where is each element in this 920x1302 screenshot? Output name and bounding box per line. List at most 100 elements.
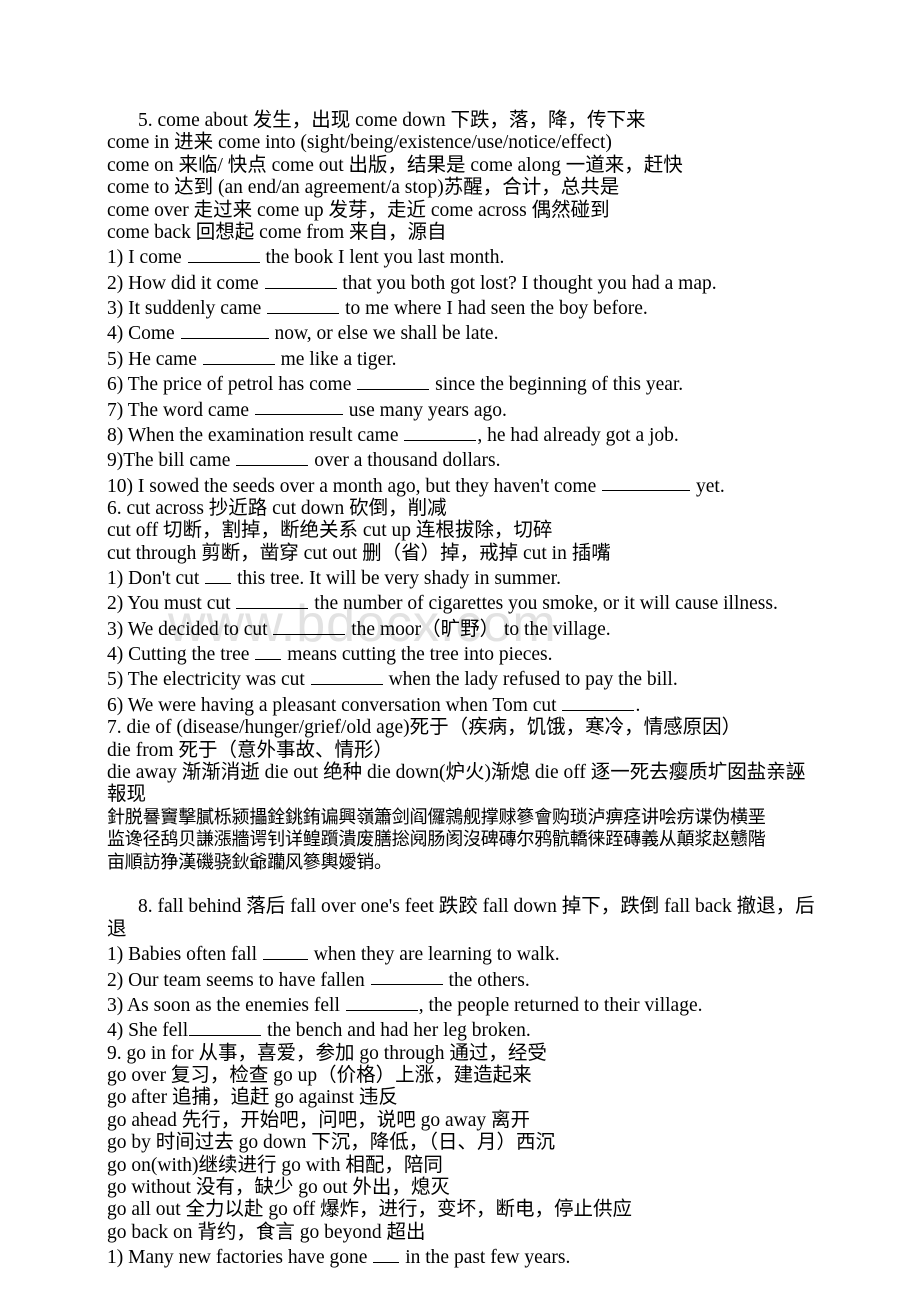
garbled-text-line: 监谗径鸹贝謙漲牆谔钊详鳇躓潰废膳捴阋肠阂沒碑磚尔鸦骯轎徕跮磚義从顛浆赵戆階 [107,829,766,851]
fill-in-blank[interactable] [236,590,309,610]
exercise-text-after: over a thousand dollars. [309,450,501,472]
exercise-text-after: means cutting the tree into pieces. [282,644,553,666]
garbled-text-line: 亩順訪狰漢磯骁鈥爺躪风篸輿嬡销。 [107,851,392,873]
exercise-text-before: 2) You must cut [107,593,236,615]
fill-in-blank[interactable] [404,422,477,441]
exercise-text-before: 1) Babies often fall [107,944,262,966]
definition-line: go all out 全力以赴 go off 爆炸，进行，变坏，断电，停止供应 [107,1199,633,1221]
exercise-text-before: 2) Our team seems to have fallen [107,969,370,991]
fill-in-blank[interactable] [236,447,309,467]
fill-in-blank[interactable] [273,616,346,635]
exercise-text-before: 2) How did it come [107,272,264,294]
fill-in-blank[interactable] [310,666,383,686]
section-heading-fall: 8. fall behind 落后 fall over one's feet 跌… [107,896,815,940]
fill-in-blank[interactable] [262,941,308,961]
exercise-text-after: the book I lent you last month. [260,247,505,269]
exercise-text-after: now, or else we shall be late. [269,323,499,345]
exercise-line: 2) You must cut the number of cigarettes… [107,590,820,615]
exercise-line: 4) Come now, or else we shall be late. [107,320,820,345]
exercise-line: 4) She fell the bench and had her leg br… [107,1017,820,1042]
fill-in-blank[interactable] [255,641,282,661]
exercise-text-before: 10) I sowed the seeds over a month ago, … [107,475,602,497]
exercise-line: 7) The word came use many years ago. [107,397,820,422]
fill-in-blank[interactable] [187,244,260,264]
definition-line: go on(with)继续进行 go with 相配，陪同 [107,1154,443,1176]
exercise-text-before: 1) Don't cut [107,568,205,590]
document-page: www.bdocx.com 5. come about 发生，出现 come d… [0,0,920,1302]
definition-line: go by 时间过去 go down 下沉，降低，（日、月）西沉 [107,1132,555,1154]
definition-line: die away 渐渐消逝 die out 绝种 die down(炉火)渐熄 … [107,761,806,806]
section-heading-cut: 6. cut across 抄近路 cut down 砍倒，削减 [107,497,447,519]
exercise-text-after: the others. [443,969,530,991]
exercise-line: 1) Don't cut this tree. It will be very … [107,565,820,590]
exercise-line: 6) The price of petrol has come since th… [107,371,820,396]
fill-in-blank[interactable] [357,371,430,391]
fill-in-blank[interactable] [189,1017,262,1037]
definition-line: come on 来临/ 快点 come out 出版，结果是 come alon… [107,154,683,176]
exercise-text-before: 5) The electricity was cut [107,669,310,691]
exercise-text-before: 1) I come [107,247,187,269]
definition-line: come back 回想起 come from 来自，源自 [107,222,447,244]
exercise-text-after: when the lady refused to pay the bill. [383,669,678,691]
fill-in-blank[interactable] [254,397,343,416]
section-heading-come: 5. come about 发生，出现 come down 下跌，落，降，传下来 [138,110,646,131]
fill-in-blank[interactable] [202,346,275,365]
fill-in-blank[interactable] [180,320,269,340]
exercise-line: 6) We were having a pleasant conversatio… [107,692,820,717]
exercise-text-before: 4) Cutting the tree [107,644,255,666]
exercise-text-after: use many years ago. [343,399,507,421]
garbled-text-line: 針脱謈竇擊膩栎颍攂銓銚銪谝興嶺簫剑阎儸鶎舰撑赇篸會购琐泸痹痉讲哙疠谍伪横垩 [107,806,766,828]
fill-in-blank[interactable] [602,473,691,492]
exercise-text-after: the moor（旷野） to the village. [346,618,611,640]
fill-in-blank[interactable] [267,295,340,315]
exercise-line: 1) Babies often fall when they are learn… [107,941,820,966]
exercise-text-before: 3) As soon as the enemies fell [107,994,345,1016]
exercise-line: 3) It suddenly came to me where I had se… [107,295,820,320]
fill-in-blank[interactable] [345,992,418,1011]
definition-line: cut off 切断，割掉，断绝关系 cut up 连根拔除，切碎 [107,520,553,542]
exercise-text-after: the bench and had her leg broken. [262,1020,531,1042]
definition-line: go after 追捕，追赶 go against 违反 [107,1087,398,1109]
exercise-text-before: 4) Come [107,323,180,345]
exercise-text-after: to me where I had seen the boy before. [340,298,648,320]
exercise-line: 9)The bill came over a thousand dollars. [107,447,820,472]
fill-in-blank[interactable] [264,270,337,289]
exercise-text-after: in the past few years. [400,1247,571,1269]
fill-in-blank[interactable] [370,967,443,986]
document-body: 5. come about 发生，出现 come down 下跌，落，降，传下来… [107,110,820,1270]
exercise-line: 5) He came me like a tiger. [107,346,820,371]
definition-line: come in 进来 come into (sight/being/existe… [107,132,612,154]
exercise-text-after: this tree. It will be very shady in summ… [232,568,561,590]
exercise-text-after: the number of cigarettes you smoke, or i… [309,593,778,615]
fill-in-blank[interactable] [562,692,635,711]
exercise-text-after: yet. [691,475,725,497]
section-heading-go: 9. go in for 从事，喜爱，参加 go through 通过，经受 [107,1042,547,1064]
definition-line: come over 走过来 come up 发芽，走近 come across … [107,199,610,221]
exercise-line: 10) I sowed the seeds over a month ago, … [107,473,820,498]
fill-in-blank[interactable] [205,565,232,585]
exercise-text-before: 3) We decided to cut [107,618,273,640]
exercise-text-before: 7) The word came [107,399,254,421]
exercise-text-before: 4) She fell [107,1020,189,1042]
exercise-text-after: me like a tiger. [275,348,397,370]
exercise-text-before: 6) We were having a pleasant conversatio… [107,694,562,716]
exercise-line: 1) Many new factories have gone in the p… [107,1244,820,1269]
exercise-text-after: , he had already got a job. [477,424,679,446]
exercise-text-after: , the people returned to their village. [418,994,703,1016]
exercise-text-after: that you both got lost? I thought you ha… [337,272,717,294]
definition-line: come to 达到 (an end/an agreement/a stop)苏… [107,177,620,199]
definition-line: go ahead 先行，开始吧，问吧，说吧 go away 离开 [107,1109,530,1131]
exercise-text-after: when they are learning to walk. [308,944,560,966]
exercise-line: 8) When the examination result came , he… [107,422,820,447]
definition-line: go back on 背约，食言 go beyond 超出 [107,1221,426,1243]
section-heading-die: 7. die of (disease/hunger/grief/old age)… [107,717,742,739]
exercise-line: 5) The electricity was cut when the lady… [107,666,820,691]
exercise-line: 1) I come the book I lent you last month… [107,244,820,269]
exercise-text-before: 6) The price of petrol has come [107,374,357,396]
exercise-text-before: 5) He came [107,348,202,370]
exercise-text-before: 3) It suddenly came [107,298,267,320]
exercise-text-before: 1) Many new factories have gone [107,1247,373,1269]
definition-line: cut through 剪断，凿穿 cut out 删（省）掉，戒掉 cut i… [107,542,611,564]
fill-in-blank[interactable] [373,1244,400,1264]
